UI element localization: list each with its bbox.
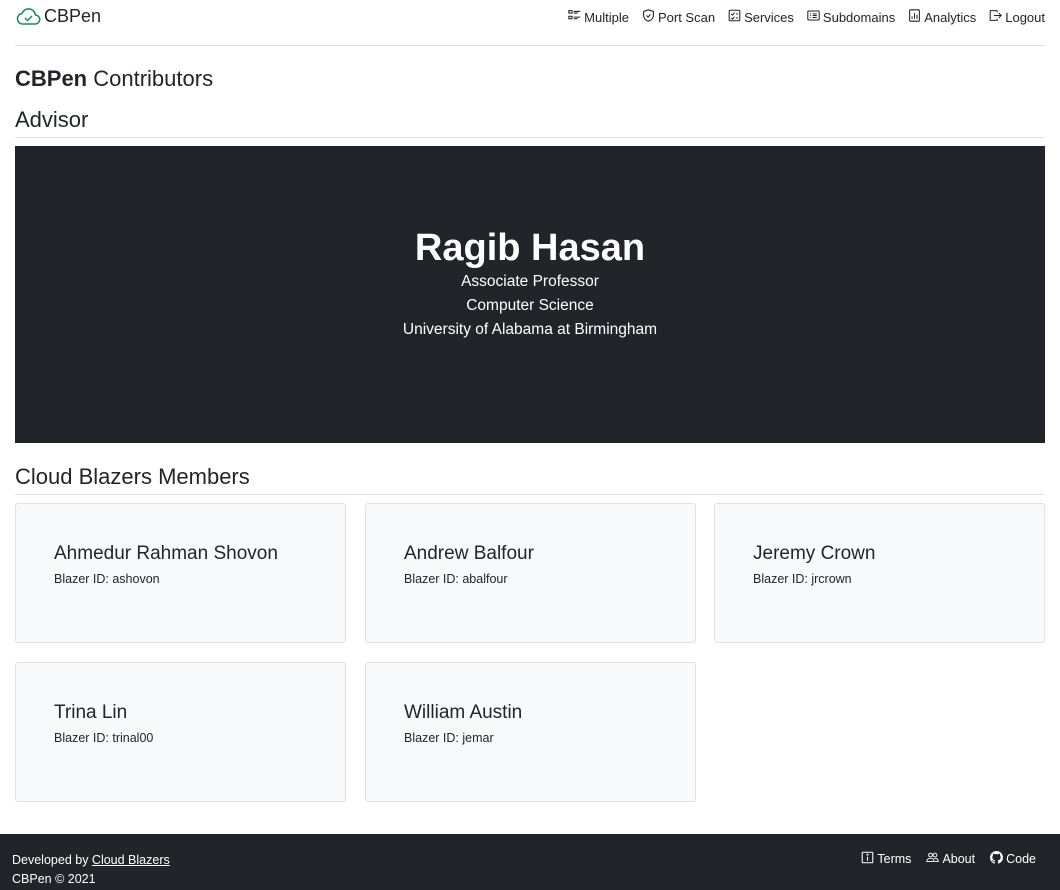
- footer-terms-label: Terms: [877, 852, 912, 866]
- copyright: CBPen © 2021: [12, 872, 96, 886]
- member-blazer-id: Blazer ID: trinal00: [54, 731, 154, 745]
- member-name: Ahmedur Rahman Shovon: [54, 543, 278, 564]
- member-blazer-id: Blazer ID: jemar: [404, 731, 494, 745]
- footer-code-label: Code: [1006, 852, 1036, 866]
- developed-by-text: Developed by: [12, 853, 92, 867]
- navbar: CBPen Multiple Port Scan Services Subdom…: [15, 0, 1045, 46]
- list-check-icon: [568, 9, 581, 25]
- member-blazer-id: Blazer ID: abalfour: [404, 572, 508, 586]
- nav-port-scan[interactable]: Port Scan: [642, 9, 715, 25]
- advisor-name: Ragib Hasan: [414, 227, 646, 269]
- footer-about-label: About: [942, 852, 976, 866]
- members-heading: Cloud Blazers Members: [15, 464, 1045, 495]
- member-name: Trina Lin: [54, 702, 128, 723]
- page-title-rest: Contributors: [87, 66, 214, 91]
- advisor-university: University of Alabama at Birmingham: [402, 321, 658, 338]
- member-card: Trina Lin Blazer ID: trinal00: [15, 662, 346, 802]
- advisor-department: Computer Science: [466, 297, 594, 314]
- page-title-bold: CBPen: [15, 66, 88, 91]
- footer-credits: Developed by Cloud Blazers CBPen © 2021: [12, 851, 170, 889]
- member-name: Andrew Balfour: [404, 543, 534, 564]
- advisor-panel: Ragib Hasan Associate Professor Computer…: [15, 146, 1045, 443]
- nav-subdomains[interactable]: Subdomains: [807, 9, 895, 25]
- member-card: Andrew Balfour Blazer ID: abalfour: [365, 503, 696, 643]
- info-square-icon: [861, 851, 874, 867]
- brand-name: CBPen: [44, 6, 102, 26]
- nav-logout[interactable]: Logout: [989, 9, 1045, 25]
- brand-link[interactable]: CBPen: [15, 6, 101, 27]
- nav-analytics[interactable]: Analytics: [908, 9, 976, 25]
- advisor-heading: Advisor: [15, 107, 1045, 138]
- people-icon: [926, 851, 940, 867]
- page-title: CBPen Contributors: [15, 66, 213, 92]
- member-card: William Austin Blazer ID: jemar: [365, 662, 696, 802]
- nav-subdomains-label: Subdomains: [822, 9, 896, 25]
- nav-logout-label: Logout: [1005, 9, 1045, 25]
- member-card: Jeremy Crown Blazer ID: jrcrown: [714, 503, 1045, 643]
- nav-multiple-label: Multiple: [584, 9, 629, 25]
- nav-analytics-label: Analytics: [924, 9, 977, 25]
- bar-chart-icon: [908, 9, 921, 25]
- member-blazer-id: Blazer ID: jrcrown: [753, 572, 852, 586]
- footer-code-link[interactable]: Code: [990, 851, 1036, 867]
- github-icon: [990, 851, 1004, 867]
- cloud-check-icon: [15, 7, 41, 27]
- card-list-icon: [807, 9, 820, 25]
- member-name: William Austin: [404, 702, 523, 723]
- member-name: Jeremy Crown: [753, 543, 876, 564]
- shield-check-icon: [642, 9, 655, 25]
- nav-port-scan-label: Port Scan: [657, 9, 716, 25]
- footer-about-link[interactable]: About: [926, 851, 975, 867]
- nav-links: Multiple Port Scan Services Subdomains A…: [568, 9, 1045, 25]
- member-card: Ahmedur Rahman Shovon Blazer ID: ashovon: [15, 503, 346, 643]
- nav-multiple[interactable]: Multiple: [568, 9, 629, 25]
- advisor-title: Associate Professor: [461, 273, 599, 290]
- footer: Developed by Cloud Blazers CBPen © 2021 …: [0, 834, 1060, 890]
- footer-links: Terms About Code: [861, 851, 1036, 867]
- box-arrow-right-icon: [989, 9, 1003, 25]
- checklist-icon: [728, 9, 741, 25]
- member-blazer-id: Blazer ID: ashovon: [54, 572, 160, 586]
- nav-services[interactable]: Services: [728, 9, 794, 25]
- footer-terms-link[interactable]: Terms: [861, 851, 911, 867]
- nav-services-label: Services: [744, 9, 794, 25]
- cloud-blazers-link[interactable]: Cloud Blazers: [92, 853, 170, 867]
